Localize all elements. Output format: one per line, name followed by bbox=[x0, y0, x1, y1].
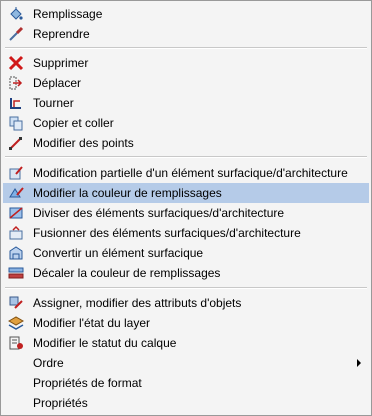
partial-edit-icon bbox=[8, 165, 24, 181]
menu-item-ordre[interactable]: Ordre bbox=[3, 353, 369, 373]
menu-item-etat-layer[interactable]: Modifier l'état du layer bbox=[3, 313, 369, 333]
menu-item-tourner[interactable]: Tourner bbox=[3, 93, 369, 113]
move-icon bbox=[8, 75, 24, 91]
menu-item-assigner-attributs[interactable]: Assigner, modifier des attributs d'objet… bbox=[3, 293, 369, 313]
menu-separator bbox=[5, 156, 367, 158]
menu-separator bbox=[5, 287, 367, 289]
menu-item-fusionner[interactable]: Fusionner des éléments surfaciques/d'arc… bbox=[3, 223, 369, 243]
menu-item-convertir[interactable]: Convertir un élément surfacique bbox=[3, 243, 369, 263]
attributes-icon bbox=[8, 295, 24, 311]
menu-item-proprietes[interactable]: Propriétés bbox=[3, 393, 369, 413]
delete-x-icon bbox=[8, 55, 24, 71]
menu-item-modifier-points[interactable]: Modifier des points bbox=[3, 133, 369, 153]
copy-icon bbox=[8, 115, 24, 131]
paint-bucket-icon bbox=[8, 6, 24, 22]
menu-item-supprimer[interactable]: Supprimer bbox=[3, 53, 369, 73]
rotate-icon bbox=[8, 95, 24, 111]
menu-item-deplacer[interactable]: Déplacer bbox=[3, 73, 369, 93]
edit-points-icon bbox=[8, 135, 24, 151]
eyedropper-icon bbox=[8, 26, 24, 42]
offset-color-icon bbox=[8, 265, 24, 281]
layer-state-icon bbox=[8, 315, 24, 331]
menu-item-diviser[interactable]: Diviser des éléments surfaciques/d'archi… bbox=[3, 203, 369, 223]
context-menu: Remplissage Reprendre Supprimer Déplacer… bbox=[0, 0, 372, 416]
convert-icon bbox=[8, 245, 24, 261]
menu-item-proprietes-format[interactable]: Propriétés de format bbox=[3, 373, 369, 393]
merge-icon bbox=[8, 225, 24, 241]
menu-separator bbox=[5, 47, 367, 49]
calque-status-icon bbox=[8, 335, 24, 351]
menu-item-decaler-couleur[interactable]: Décaler la couleur de remplissages bbox=[3, 263, 369, 283]
fill-color-icon bbox=[8, 185, 24, 201]
menu-item-modifier-couleur[interactable]: Modifier la couleur de remplissages bbox=[3, 183, 369, 203]
submenu-arrow-icon bbox=[357, 359, 361, 367]
menu-item-remplissage[interactable]: Remplissage bbox=[3, 4, 369, 24]
menu-item-modification-partielle[interactable]: Modification partielle d'un élément surf… bbox=[3, 163, 369, 183]
menu-item-statut-calque[interactable]: Modifier le statut du calque bbox=[3, 333, 369, 353]
divide-icon bbox=[8, 205, 24, 221]
menu-item-reprendre[interactable]: Reprendre bbox=[3, 24, 369, 44]
menu-item-copier-coller[interactable]: Copier et coller bbox=[3, 113, 369, 133]
